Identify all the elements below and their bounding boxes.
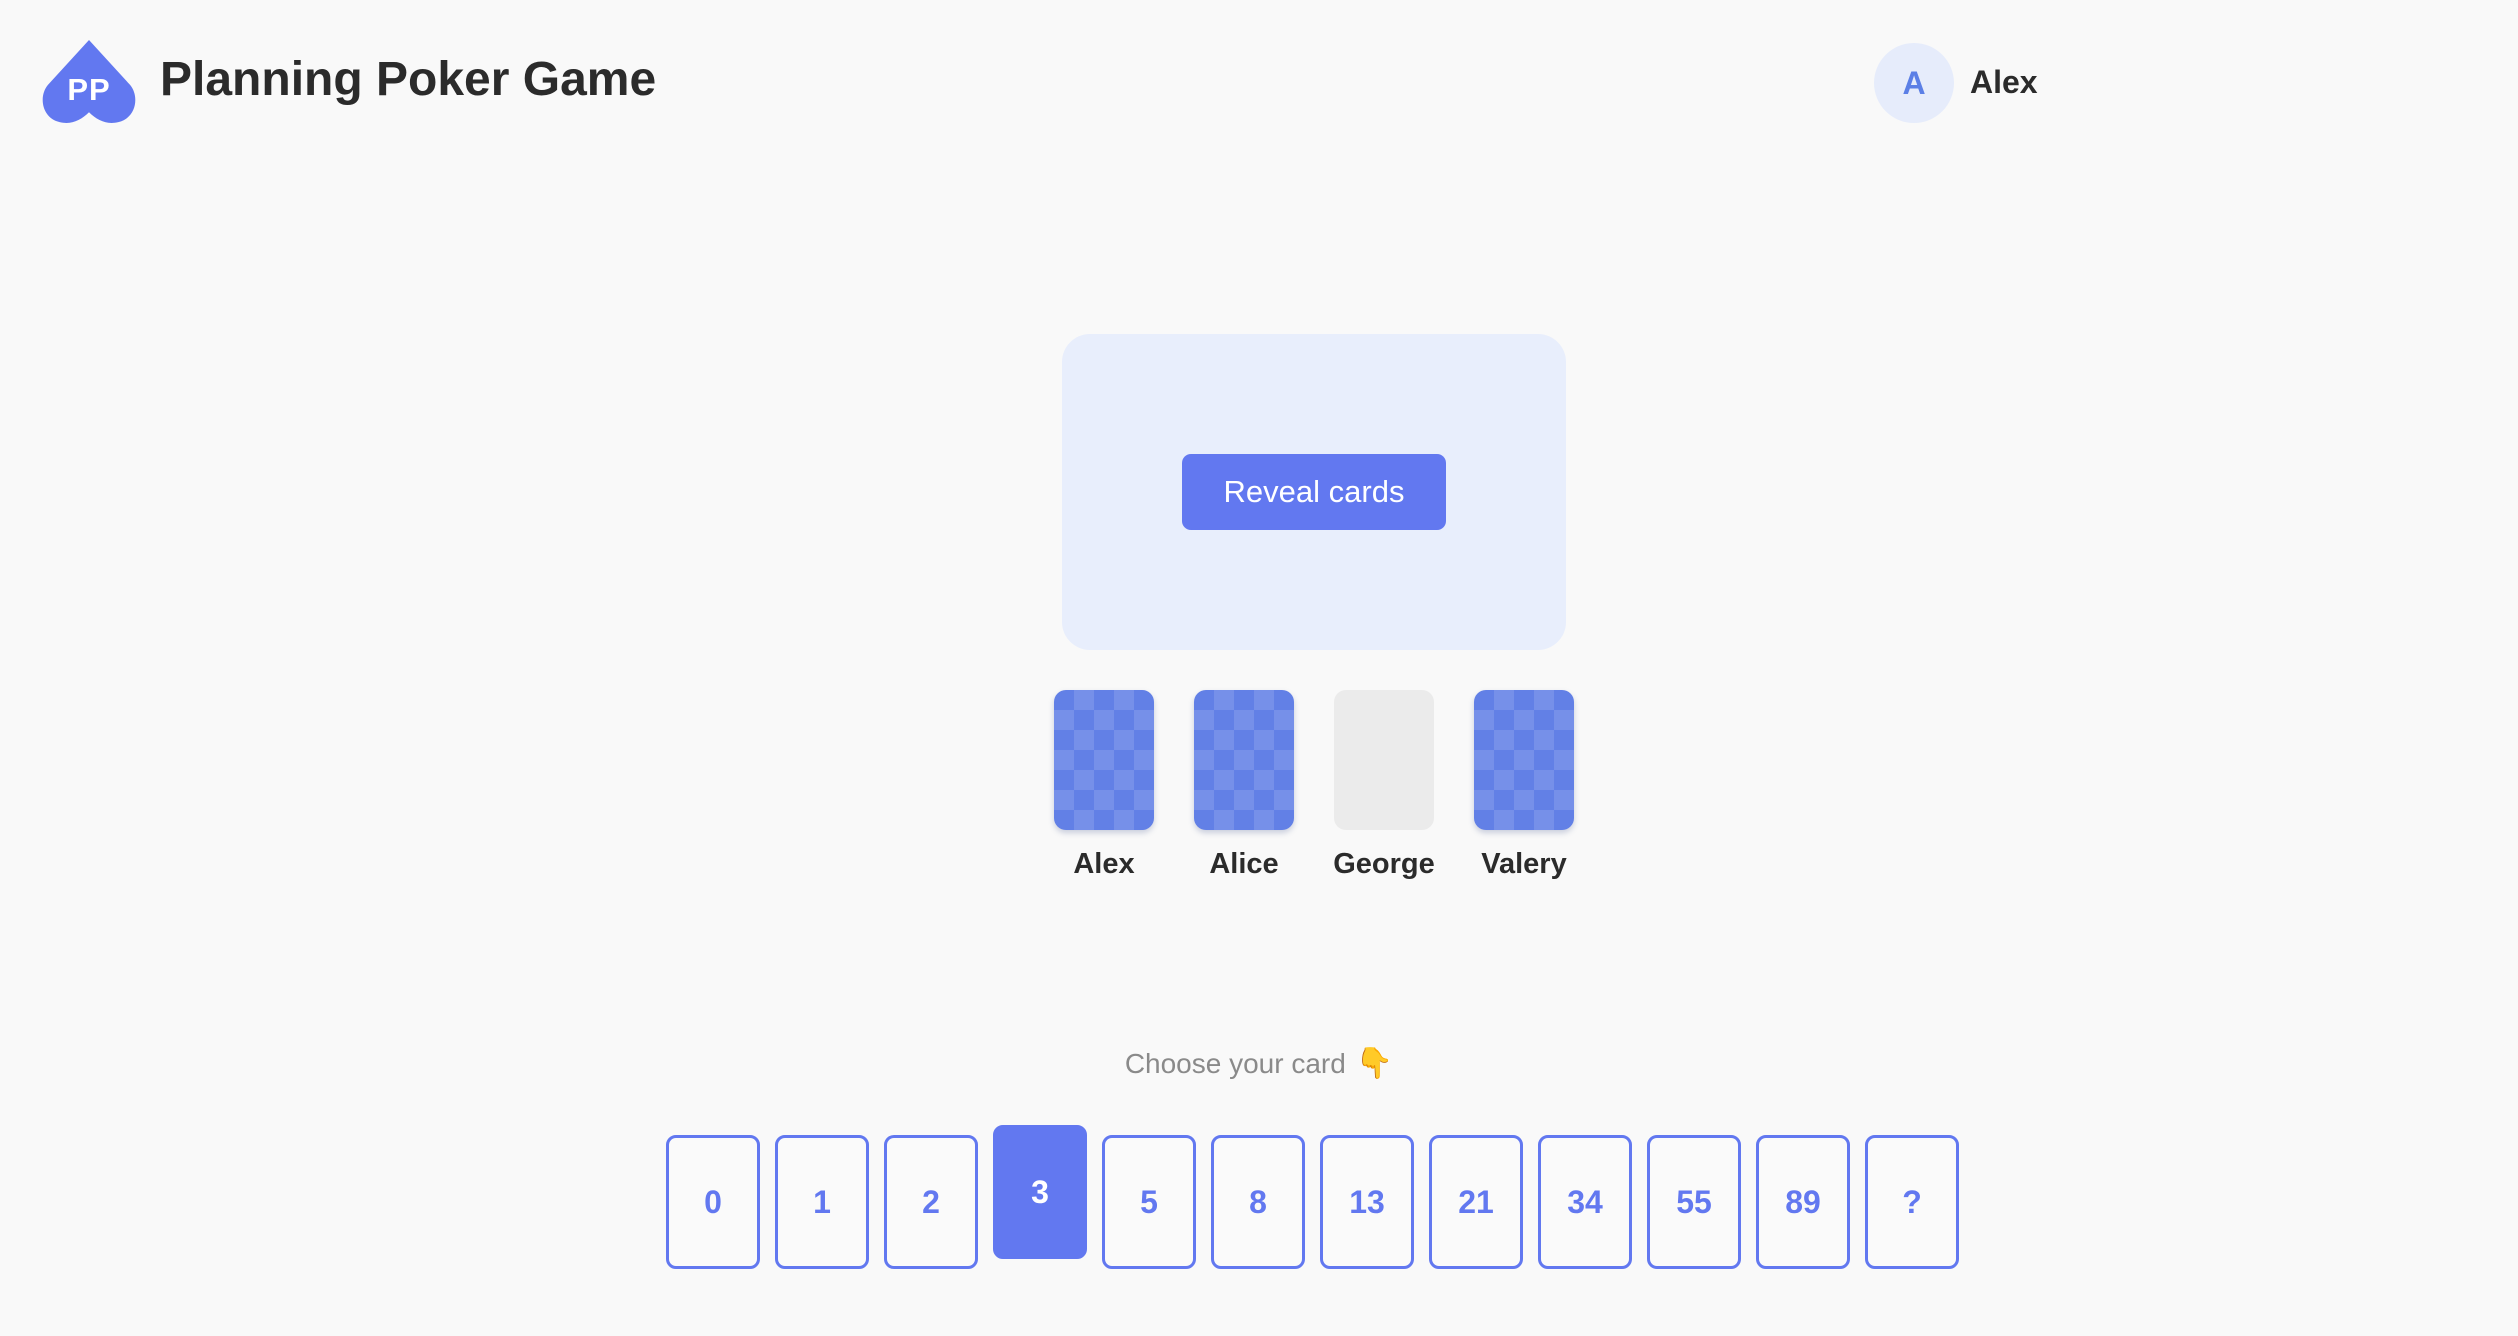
deck-card-0[interactable]: 0	[666, 1135, 760, 1269]
player-seat-valery: Valery	[1454, 690, 1594, 881]
choose-card-prompt: Choose your card 👇	[0, 1046, 2518, 1081]
reveal-cards-button[interactable]: Reveal cards	[1182, 454, 1446, 530]
deck-card-13[interactable]: 13	[1320, 1135, 1414, 1269]
player-name: Alice	[1209, 848, 1279, 880]
logo-text: PP	[67, 72, 111, 107]
planning-poker-app: PP Planning Poker Game A Alex Reveal car…	[0, 0, 2518, 1336]
app-logo[interactable]: PP	[40, 38, 138, 126]
deck-card-1[interactable]: 1	[775, 1135, 869, 1269]
deck-card-2[interactable]: 2	[884, 1135, 978, 1269]
player-name: George	[1333, 848, 1435, 880]
page-title: Planning Poker Game	[160, 53, 657, 106]
player-card-back	[1194, 690, 1294, 830]
deck-card-5[interactable]: 5	[1102, 1135, 1196, 1269]
player-seat-alex: Alex	[1034, 690, 1174, 881]
player-card-empty	[1334, 690, 1434, 830]
pointing-down-icon: 👇	[1355, 1047, 1394, 1080]
user-name: Alex	[1970, 64, 2038, 100]
deck-card-question[interactable]: ?	[1865, 1135, 1959, 1269]
player-name: Alex	[1073, 848, 1135, 880]
deck-card-21[interactable]: 21	[1429, 1135, 1523, 1269]
player-name: Valery	[1481, 848, 1567, 880]
deck-card-34[interactable]: 34	[1538, 1135, 1632, 1269]
user-avatar[interactable]: A	[1874, 43, 1954, 123]
deck-card-55[interactable]: 55	[1647, 1135, 1741, 1269]
player-card-back	[1054, 690, 1154, 830]
player-card-back	[1474, 690, 1574, 830]
player-seat-alice: Alice	[1174, 690, 1314, 881]
deck-card-89[interactable]: 89	[1756, 1135, 1850, 1269]
poker-table: Reveal cards	[1062, 334, 1566, 650]
deck-card-3-selected[interactable]: 3	[993, 1125, 1087, 1259]
player-seat-george: George	[1314, 690, 1454, 881]
deck-card-8[interactable]: 8	[1211, 1135, 1305, 1269]
choose-card-text: Choose your card	[1124, 1048, 1346, 1079]
